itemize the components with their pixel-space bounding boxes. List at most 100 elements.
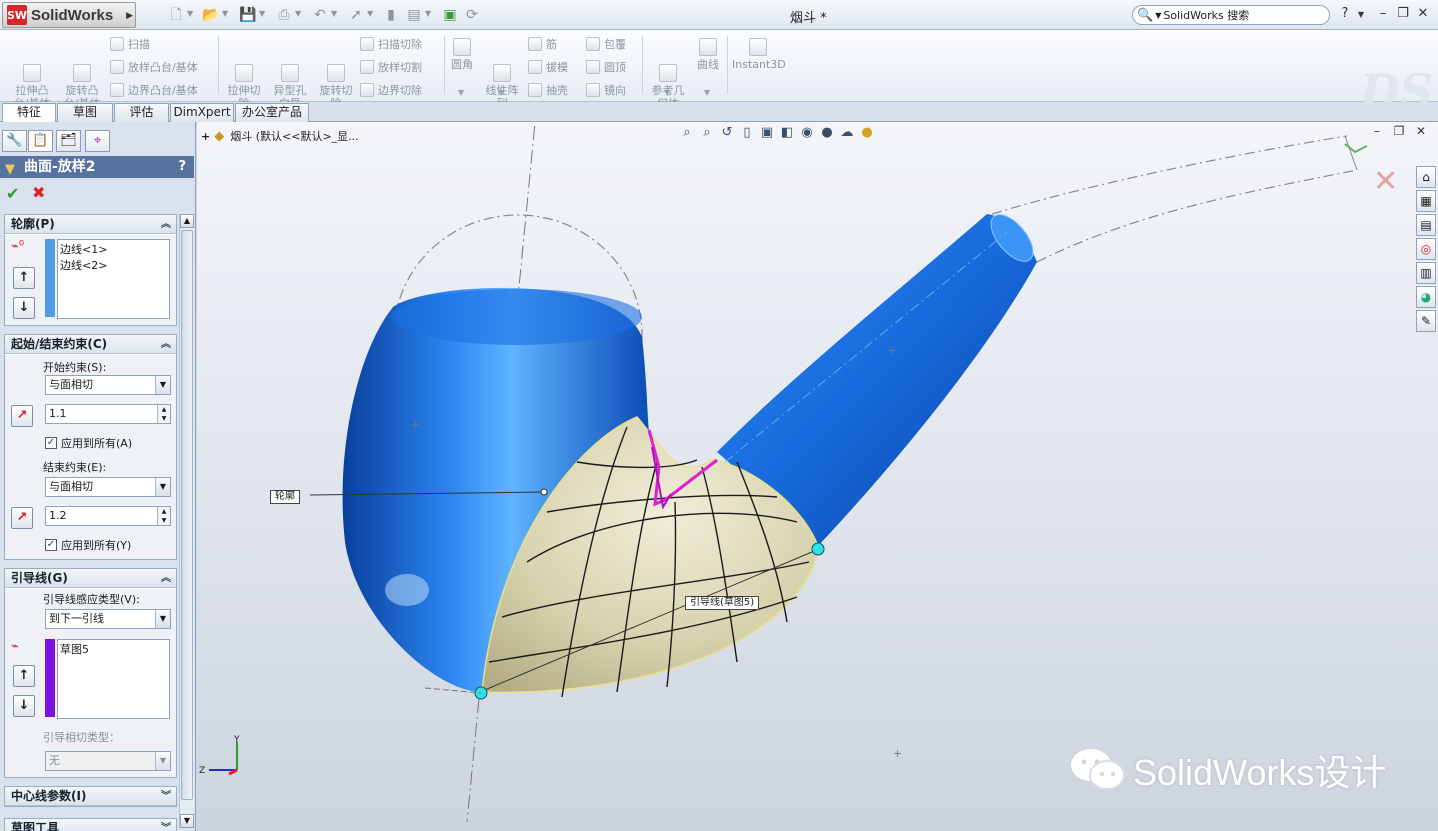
refresh-icon[interactable]: ⟳ — [462, 5, 482, 25]
dome-button[interactable]: 圆顶 — [586, 59, 626, 75]
dimxpert-tab-icon[interactable]: ⌖ — [85, 130, 110, 152]
open-icon[interactable]: 📂 — [201, 5, 221, 25]
mirror-button[interactable]: 镜向 — [586, 82, 626, 98]
expand-icon[interactable]: ︾ — [161, 819, 171, 831]
custom-properties-icon[interactable]: ✎ — [1416, 310, 1436, 332]
zoom-to-fit-icon[interactable]: ⌕ — [677, 124, 697, 142]
start-tangent-length-input[interactable]: 1.1 ▲ ▼ — [45, 404, 171, 424]
appearance-icon[interactable]: ● — [817, 124, 837, 142]
scroll-down-icon[interactable]: ▼ — [180, 814, 194, 828]
chevron-down-icon[interactable]: ▼ — [1155, 11, 1161, 20]
expand-icon[interactable]: ︾ — [161, 787, 171, 806]
collapse-icon[interactable]: ︽ — [161, 215, 171, 234]
previous-view-icon[interactable]: ↺ — [717, 124, 737, 142]
view-palette-icon[interactable]: ▥ — [1416, 262, 1436, 284]
chevron-down-icon[interactable]: ▼ — [155, 610, 170, 628]
guide-callout[interactable]: 引导线(草图5) — [685, 596, 760, 610]
loft-boss-button[interactable]: 放样凸台/基体 — [110, 59, 198, 75]
move-down-button[interactable]: ↓ — [13, 297, 35, 319]
file-props-icon[interactable]: ▤ — [404, 5, 424, 25]
chevron-down-icon[interactable]: ▼ — [155, 376, 170, 394]
spinner-icon[interactable]: ▲ ▼ — [157, 405, 170, 423]
sketch-path-lower[interactable] — [1036, 169, 1358, 263]
help-icon[interactable]: ? — [178, 156, 186, 178]
ok-button[interactable]: ✔ — [6, 184, 19, 203]
scene-icon[interactable]: ☁ — [837, 124, 857, 142]
minimize-button[interactable]: – — [1366, 124, 1388, 138]
collapse-icon[interactable]: ︽ — [161, 335, 171, 354]
chevron-down-icon[interactable]: ▼ — [295, 9, 301, 18]
cancel-confirmation-icon[interactable]: ✕ — [1373, 164, 1398, 199]
apply-to-all-start-checkbox[interactable]: ✓ 应用到所有(A) — [45, 435, 132, 451]
chevron-down-icon[interactable]: ▼ — [425, 9, 431, 18]
sweep-button[interactable]: 扫描 — [110, 36, 150, 52]
save-icon[interactable]: 💾 — [238, 5, 258, 25]
tab-sketch[interactable]: 草图 — [57, 103, 113, 122]
boundary-boss-button[interactable]: 边界凸台/基体 — [110, 82, 198, 98]
draft-button[interactable]: 拔模 — [528, 59, 568, 75]
property-manager-tab-icon[interactable]: 📋 — [28, 130, 53, 152]
curves-button[interactable]: 曲线 — [692, 38, 724, 71]
print-icon[interactable]: ⎙ — [274, 5, 294, 25]
loft-end-point[interactable] — [811, 542, 825, 556]
collapse-icon[interactable]: ︽ — [161, 569, 171, 588]
chevron-down-icon[interactable]: ▼ — [458, 88, 464, 97]
start-constraint-select[interactable]: 与面相切 ▼ — [45, 375, 171, 395]
new-doc-icon[interactable]: 🗋 — [166, 5, 186, 25]
model-canvas[interactable]: + + + — [197, 122, 1438, 831]
chevron-down-icon[interactable]: ▼ — [704, 88, 710, 97]
guide-curves-group-header[interactable]: 引导线(G) ︽ — [5, 569, 176, 588]
chevron-down-icon[interactable]: ▼ — [367, 9, 373, 18]
home-icon[interactable]: ⌂ — [1416, 166, 1436, 188]
file-explorer-icon[interactable]: ▤ — [1416, 214, 1436, 236]
options-icon[interactable]: ▣ — [440, 5, 460, 25]
reverse-direction-icon[interactable]: ↗ — [11, 405, 33, 427]
panel-scrollbar[interactable]: ▲ ▼ — [179, 214, 194, 828]
list-item[interactable]: 草图5 — [60, 642, 167, 658]
tab-office-products[interactable]: 办公室产品 — [235, 103, 309, 122]
wrap-button[interactable]: 包覆 — [586, 36, 626, 52]
graphics-area[interactable]: + + + + ◆ 烟斗 (默认<<默认>_显... ⌕ ⌕ ↺ ▯ ▣ ◧ ◉… — [197, 122, 1438, 831]
hide-show-icon[interactable]: ◉ — [797, 124, 817, 142]
minimize-button[interactable]: – — [1374, 6, 1392, 21]
app-menu-button[interactable]: SW SolidWorks ▶ — [2, 2, 136, 28]
list-item[interactable]: 边线<1> — [60, 242, 167, 258]
sketch-path-upper[interactable] — [991, 135, 1348, 215]
list-item[interactable]: 边线<2> — [60, 258, 167, 274]
feature-tree-tab-icon[interactable]: 🔧 — [2, 130, 27, 152]
rebuild-icon[interactable]: ▮ — [381, 5, 401, 25]
profile-callout[interactable]: 轮廓 — [270, 490, 300, 504]
chevron-down-icon[interactable]: ▼ — [222, 9, 228, 18]
spinner-icon[interactable]: ▲ ▼ — [157, 507, 170, 525]
centerline-group-header[interactable]: 中心线参数(I) ︾ — [5, 787, 176, 806]
profile-group-header[interactable]: 轮廓(P) ︽ — [5, 215, 176, 234]
chevron-down-icon[interactable]: ▼ — [498, 88, 504, 97]
rib-button[interactable]: 筋 — [528, 36, 557, 52]
search-input[interactable]: SolidWorks 搜索 — [1163, 7, 1249, 23]
guide-list[interactable]: 草图5 — [57, 639, 170, 719]
chevron-down-icon[interactable]: ▼ — [259, 9, 265, 18]
chevron-down-icon[interactable]: ▼ — [664, 88, 670, 97]
chevron-down-icon[interactable]: ▼ — [155, 478, 170, 496]
section-view-icon[interactable]: ▯ — [737, 124, 757, 142]
tab-features[interactable]: 特征 — [2, 103, 56, 123]
zoom-to-area-icon[interactable]: ⌕ — [697, 124, 717, 142]
feature-tree-flyout[interactable]: + ◆ 烟斗 (默认<<默认>_显... — [201, 128, 359, 144]
profile-list[interactable]: 边线<1> 边线<2> — [57, 239, 170, 319]
loft-cut-button[interactable]: 放样切割 — [360, 59, 422, 75]
view-settings-icon[interactable]: ● — [857, 124, 877, 142]
guide-influence-select[interactable]: 到下一引线 ▼ — [45, 609, 171, 629]
fillet-button[interactable]: 圆角 — [448, 38, 476, 71]
close-button[interactable]: ✕ — [1414, 6, 1432, 21]
chevron-down-icon[interactable]: ▼ — [1352, 10, 1370, 19]
end-tangent-length-input[interactable]: 1.2 ▲ ▼ — [45, 506, 171, 526]
appearances-icon[interactable]: ◕ — [1416, 286, 1436, 308]
chevron-down-icon[interactable]: ▼ — [331, 9, 337, 18]
scroll-up-icon[interactable]: ▲ — [180, 214, 194, 228]
move-up-button[interactable]: ↑ — [13, 665, 35, 687]
constraints-group-header[interactable]: 起始/结束约束(C) ︽ — [5, 335, 176, 354]
tree-part-label[interactable]: 烟斗 (默认<<默认>_显... — [230, 128, 358, 144]
shell-button[interactable]: 抽壳 — [528, 82, 568, 98]
reverse-direction-icon[interactable]: ↗ — [11, 507, 33, 529]
move-down-button[interactable]: ↓ — [13, 695, 35, 717]
